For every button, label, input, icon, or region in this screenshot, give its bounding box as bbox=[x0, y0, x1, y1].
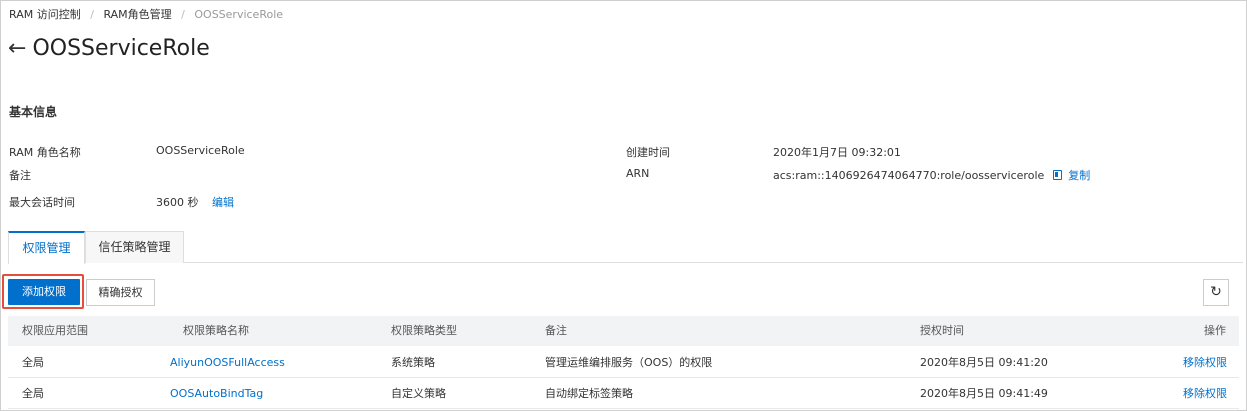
page-header: ← OOSServiceRole bbox=[8, 35, 210, 63]
breadcrumb-item-ram[interactable]: RAM 访问控制 bbox=[9, 8, 81, 21]
cell-policy-name-link[interactable]: AliyunOOSFullAccess bbox=[170, 347, 285, 378]
add-permission-button[interactable]: 添加权限 bbox=[8, 279, 80, 305]
remove-permission-link[interactable]: 移除权限 bbox=[1183, 347, 1227, 378]
cell-note: 自动绑定标签策略 bbox=[545, 387, 633, 400]
tab-permission-management[interactable]: 权限管理 bbox=[8, 231, 85, 264]
edit-session-link[interactable]: 编辑 bbox=[212, 196, 234, 209]
column-header-policy-type: 权限策略类型 bbox=[391, 324, 457, 337]
table-row: 全局 OOSAutoBindTag 自定义策略 自动绑定标签策略 2020年8月… bbox=[8, 378, 1239, 409]
cell-scope: 全局 bbox=[22, 356, 44, 369]
column-header-actions: 操作 bbox=[1204, 324, 1226, 337]
max-session-field: 3600 秒 编辑 bbox=[156, 194, 234, 210]
precise-authorization-button[interactable]: 精确授权 bbox=[86, 279, 155, 306]
cell-policy-name-link[interactable]: OOSAutoBindTag bbox=[170, 378, 263, 409]
role-name-value: OOSServiceRole bbox=[156, 144, 245, 157]
breadcrumb-current: OOSServiceRole bbox=[194, 8, 284, 21]
arn-field: acs:ram::1406926474064770:role/oosservic… bbox=[773, 167, 1090, 183]
page-title: OOSServiceRole bbox=[32, 36, 210, 61]
breadcrumb: RAM 访问控制 / RAM角色管理 / OOSServiceRole bbox=[9, 6, 283, 22]
cell-granted-time: 2020年8月5日 09:41:49 bbox=[920, 387, 1048, 400]
created-time-value: 2020年1月7日 09:32:01 bbox=[773, 146, 901, 159]
cell-note: 管理运维编排服务（OOS）的权限 bbox=[545, 356, 713, 369]
section-title-basic-info: 基本信息 bbox=[9, 105, 58, 119]
arn-value: acs:ram::1406926474064770:role/oosservic… bbox=[773, 169, 1045, 182]
cell-granted-time: 2020年8月5日 09:41:20 bbox=[920, 356, 1048, 369]
cell-scope: 全局 bbox=[22, 387, 44, 400]
table-header: 权限应用范围 权限策略名称 权限策略类型 备注 授权时间 操作 bbox=[8, 316, 1239, 346]
table-row: 全局 AliyunOOSFullAccess 系统策略 管理运维编排服务（OOS… bbox=[8, 347, 1239, 378]
arn-label: ARN bbox=[626, 167, 650, 180]
column-header-policy-name: 权限策略名称 bbox=[183, 324, 249, 337]
refresh-button[interactable]: ↻ bbox=[1203, 279, 1229, 306]
copy-icon[interactable] bbox=[1052, 170, 1062, 180]
role-name-label: RAM 角色名称 bbox=[9, 146, 81, 159]
cell-policy-type: 系统策略 bbox=[391, 356, 435, 369]
copy-arn-link[interactable]: 复制 bbox=[1068, 169, 1090, 182]
max-session-value: 3600 秒 bbox=[156, 196, 199, 209]
column-header-granted-time: 授权时间 bbox=[920, 324, 964, 337]
note-label: 备注 bbox=[9, 169, 31, 182]
breadcrumb-separator: / bbox=[90, 8, 94, 21]
arrow-left-icon[interactable]: ← bbox=[8, 35, 26, 63]
tab-bar: 权限管理 信任策略管理 bbox=[8, 231, 1243, 264]
tab-trust-policy-management[interactable]: 信任策略管理 bbox=[85, 231, 184, 263]
remove-permission-link[interactable]: 移除权限 bbox=[1183, 378, 1227, 409]
cell-policy-type: 自定义策略 bbox=[391, 387, 446, 400]
column-header-scope: 权限应用范围 bbox=[22, 324, 88, 337]
max-session-label: 最大会话时间 bbox=[9, 196, 75, 209]
breadcrumb-separator: / bbox=[181, 8, 185, 21]
refresh-icon: ↻ bbox=[1210, 284, 1222, 300]
column-header-note: 备注 bbox=[545, 324, 567, 337]
breadcrumb-item-role-management[interactable]: RAM角色管理 bbox=[103, 8, 171, 21]
created-time-label: 创建时间 bbox=[626, 146, 670, 159]
